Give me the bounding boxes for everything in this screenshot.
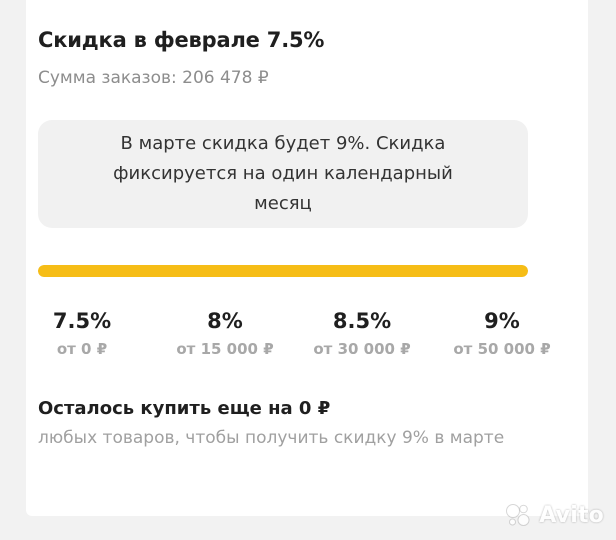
discount-tier-4: 9% от 50 000 ₽ <box>447 309 557 358</box>
discount-tier-2: 8% от 15 000 ₽ <box>170 309 280 358</box>
tier-percent: 9% <box>484 309 520 333</box>
discount-info-text: В марте скидка будет 9%. Скидка фиксируе… <box>113 133 453 214</box>
discount-info-box: В марте скидка будет 9%. Скидка фиксируе… <box>38 120 528 228</box>
tier-percent: 8.5% <box>332 309 392 333</box>
remaining-description: любых товаров, чтобы получить скидку 9% … <box>38 428 505 448</box>
tier-threshold: от 0 ₽ <box>56 340 108 358</box>
tier-percent: 8% <box>207 309 243 333</box>
remaining-title: Осталось купить еще на 0 ₽ <box>38 398 331 419</box>
avito-watermark-text: Avito <box>539 502 604 528</box>
discount-tier-1: 7.5% от 0 ₽ <box>27 309 137 358</box>
tier-percent: 7.5% <box>52 309 112 333</box>
orders-total: Сумма заказов: 206 478 ₽ <box>38 68 269 88</box>
tier-threshold: от 15 000 ₽ <box>176 340 274 358</box>
discount-title: Скидка в феврале 7.5% <box>38 28 325 52</box>
discount-tier-3: 8.5% от 30 000 ₽ <box>307 309 417 358</box>
avito-watermark: Avito <box>503 500 604 530</box>
discount-progress-fill <box>38 265 528 277</box>
tier-threshold: от 30 000 ₽ <box>313 340 411 358</box>
avito-logo-icon <box>506 504 530 526</box>
discount-progress-bar <box>38 265 528 277</box>
tier-threshold: от 50 000 ₽ <box>453 340 551 358</box>
